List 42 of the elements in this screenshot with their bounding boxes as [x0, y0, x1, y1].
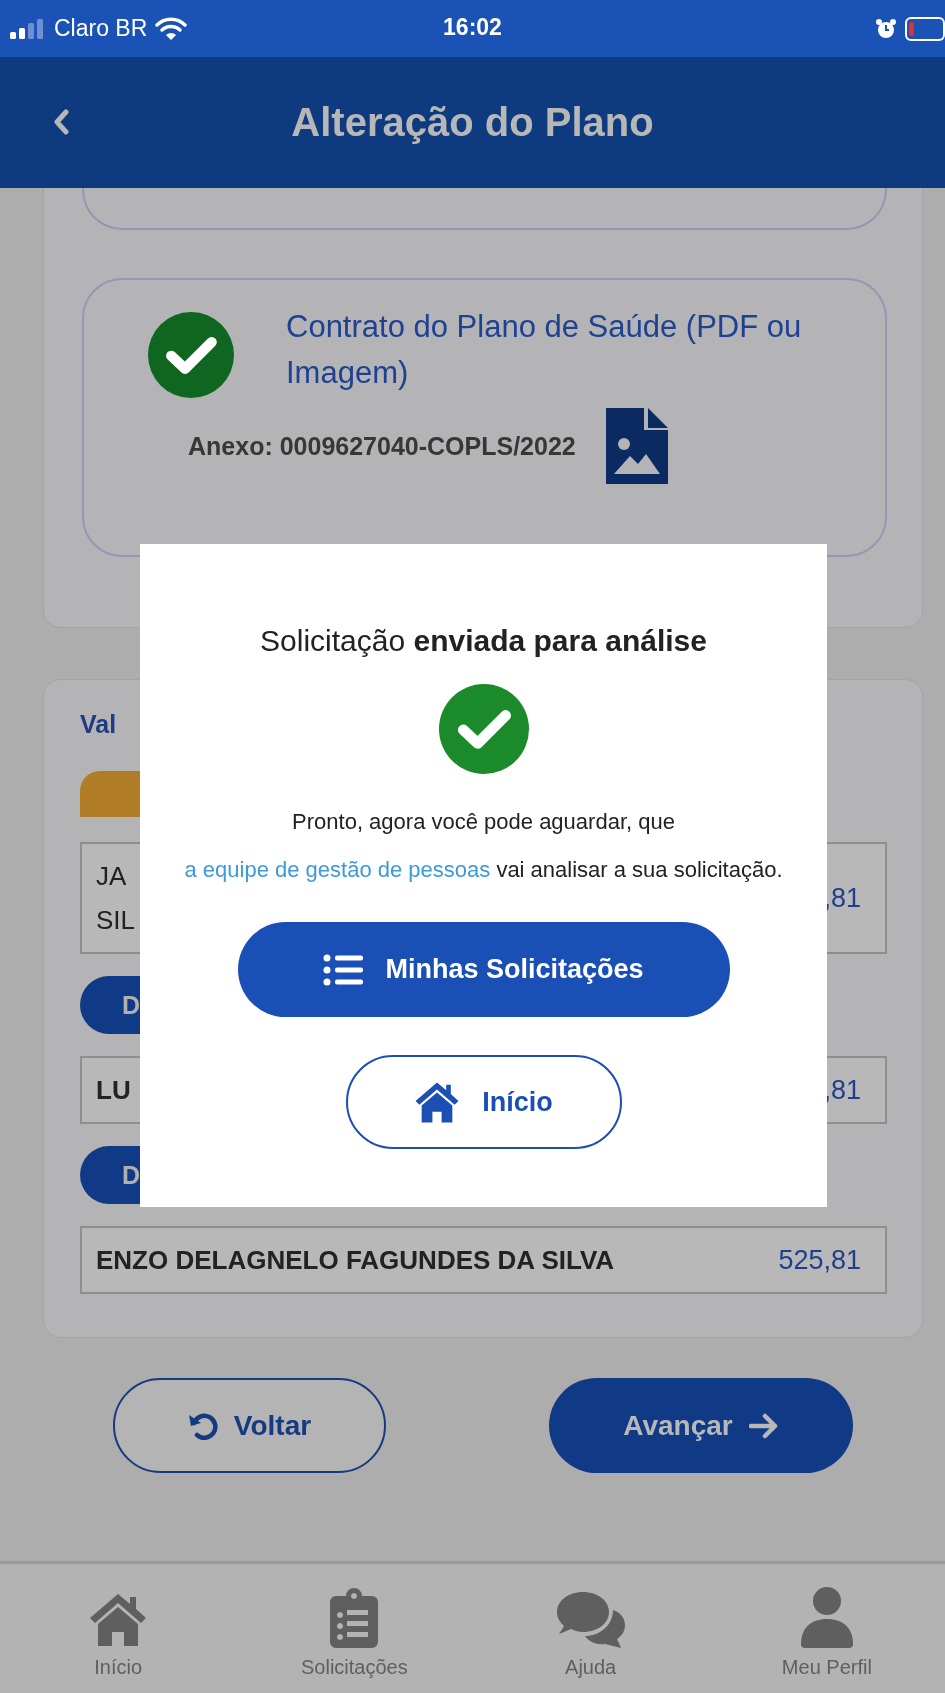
carrier-name: Claro BR [54, 15, 148, 42]
battery-icon [905, 16, 945, 41]
document-title: Contrato do Plano de Saúde (PDF ou Imagem) [286, 308, 803, 392]
my-requests-button[interactable]: Minhas Solicitações [237, 922, 730, 1017]
tab-bar-item[interactable]: Solicitações [236, 1564, 473, 1693]
member-name: SIL [96, 904, 136, 937]
undo-icon [187, 1410, 218, 1441]
member-name: JA [96, 860, 128, 893]
person-icon [798, 1586, 855, 1648]
next-button[interactable]: Avançar [549, 1378, 853, 1473]
amount-value: ,81 [823, 882, 861, 914]
arrow-right-icon [748, 1412, 779, 1439]
tab-bar-item[interactable]: Meu Perfil [708, 1564, 945, 1693]
attachment-label: Anexo: 0009627040-COPLS/2022 [188, 431, 576, 461]
check-circle-icon [148, 312, 234, 398]
details-button[interactable]: D [80, 976, 141, 1034]
home-button[interactable]: Início [345, 1055, 622, 1149]
list-icon [323, 953, 364, 986]
chevron-left-icon [54, 109, 70, 135]
back-button[interactable]: Voltar [113, 1378, 386, 1473]
dialog-message: Pronto, agora você pode aguardar, que a equipe de gestão de pessoas vai analisar a sua solicitação. [183, 808, 784, 884]
amount-value: ,81 [823, 1074, 861, 1106]
alarm-clock-icon [875, 17, 897, 40]
team-link[interactable]: a equipe de gestão de pessoas [184, 857, 491, 882]
dialog-title: Solicitação enviada para análise [260, 624, 707, 658]
home-icon [88, 1592, 149, 1648]
page-title: Alteração do Plano [291, 100, 654, 145]
amount-value: 525,81 [778, 1244, 861, 1276]
clock-time: 16:02 [443, 14, 502, 40]
chat-bubbles-icon [554, 1590, 627, 1648]
tab-bar-item[interactable]: Ajuda [472, 1564, 709, 1693]
clipboard-list-icon [330, 1588, 379, 1648]
wifi-icon [155, 16, 188, 41]
member-name: ENZO DELAGNELO FAGUNDES DA SILVA [96, 1244, 615, 1277]
signal-icon [10, 18, 46, 39]
check-circle-icon [438, 684, 529, 774]
details-button[interactable]: D [80, 1146, 141, 1204]
member-name: LU [96, 1074, 131, 1107]
home-icon [414, 1080, 461, 1124]
section-heading: Val [80, 710, 118, 739]
image-file-icon[interactable] [605, 408, 668, 484]
tab-bar-item[interactable]: Início [0, 1564, 237, 1693]
